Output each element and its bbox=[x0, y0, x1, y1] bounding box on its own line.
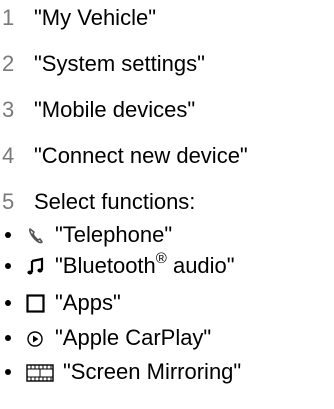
function-telephone: "Telephone" bbox=[5, 222, 172, 248]
step-1: 1 "My Vehicle" bbox=[2, 5, 156, 31]
step-text: "System settings" bbox=[34, 51, 205, 76]
function-apps: "Apps" bbox=[5, 290, 121, 316]
telephone-icon bbox=[25, 224, 47, 246]
step-text: "My Vehicle" bbox=[34, 5, 156, 30]
apps-square-icon bbox=[25, 292, 47, 314]
film-strip-icon bbox=[25, 361, 55, 383]
function-screen-mirroring: "Screen Mirroring" bbox=[5, 359, 241, 385]
bullet-dot bbox=[5, 369, 11, 375]
step-number: 1 bbox=[2, 5, 15, 30]
function-apple-carplay: "Apple CarPlay" bbox=[5, 325, 211, 351]
function-text: "Bluetooth® audio" bbox=[55, 249, 235, 279]
bullet-dot bbox=[5, 232, 11, 238]
bullet-dot bbox=[5, 335, 11, 341]
bullet-dot bbox=[5, 263, 11, 269]
step-4: 4 "Connect new device" bbox=[2, 143, 248, 169]
function-text: "Screen Mirroring" bbox=[63, 359, 242, 384]
function-text: "Apple CarPlay" bbox=[55, 325, 212, 350]
step-number: 3 bbox=[2, 97, 15, 122]
step-2: 2 "System settings" bbox=[2, 51, 205, 77]
play-circle-icon bbox=[25, 327, 47, 349]
step-5: 5 Select functions: bbox=[2, 189, 195, 215]
step-text: Select functions: bbox=[34, 189, 196, 214]
step-text: "Mobile devices" bbox=[34, 97, 196, 122]
function-text-part: "Bluetooth bbox=[55, 253, 156, 278]
music-note-icon bbox=[25, 255, 47, 277]
function-bluetooth-audio: "Bluetooth® audio" bbox=[5, 249, 235, 279]
function-text-part: audio" bbox=[166, 253, 235, 278]
step-number: 2 bbox=[2, 51, 15, 76]
function-text: "Apps" bbox=[55, 290, 121, 315]
step-3: 3 "Mobile devices" bbox=[2, 97, 195, 123]
step-number: 5 bbox=[2, 189, 15, 214]
function-text: "Telephone" bbox=[55, 222, 173, 247]
step-text: "Connect new device" bbox=[34, 143, 248, 168]
bullet-dot bbox=[5, 300, 11, 306]
registered-mark: ® bbox=[155, 249, 167, 267]
step-number: 4 bbox=[2, 143, 15, 168]
